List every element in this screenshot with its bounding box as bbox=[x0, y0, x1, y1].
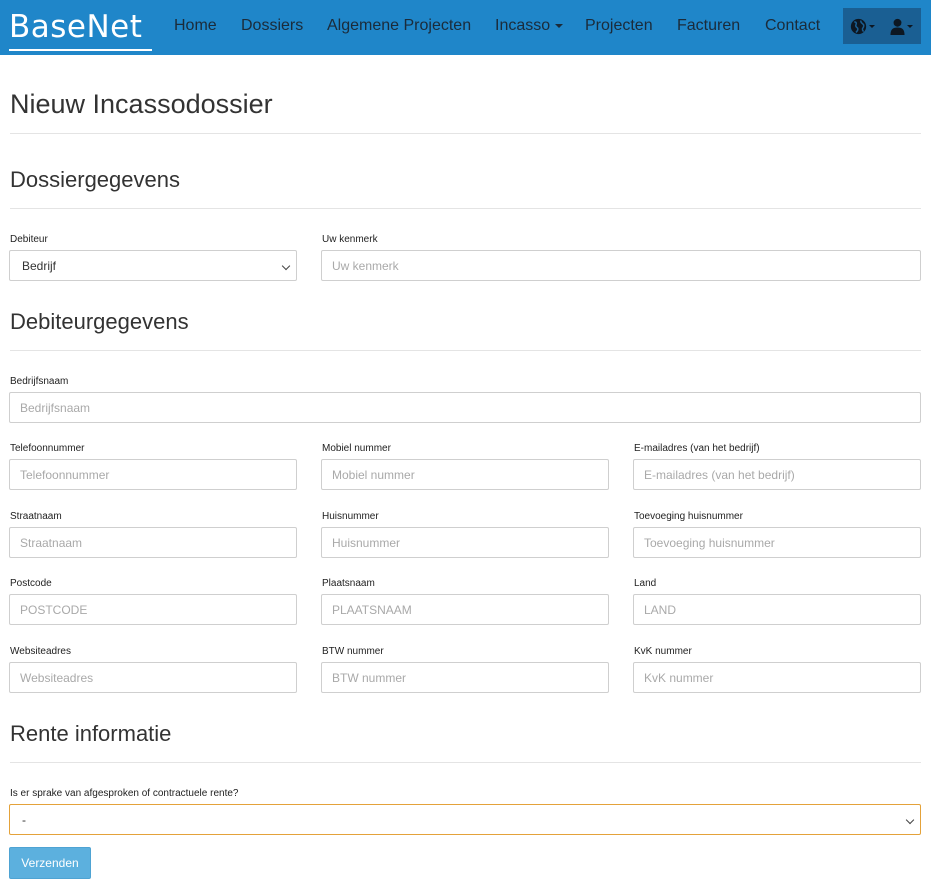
brand-underline bbox=[9, 49, 152, 51]
divider bbox=[10, 762, 921, 763]
user-icon bbox=[890, 18, 905, 35]
toevoeging-input[interactable] bbox=[633, 527, 921, 558]
navbar-tools bbox=[843, 8, 921, 44]
mobiel-label: Mobiel nummer bbox=[322, 443, 391, 454]
section-title-rente: Rente informatie bbox=[10, 721, 172, 746]
kenmerk-label: Uw kenmerk bbox=[322, 234, 378, 245]
rente-select-value: - bbox=[22, 812, 26, 827]
caret-down-icon bbox=[907, 24, 913, 28]
bedrijfsnaam-label: Bedrijfsnaam bbox=[10, 376, 69, 387]
rente-select[interactable]: - bbox=[9, 804, 921, 835]
chevron-down-icon bbox=[281, 261, 291, 271]
kvk-input[interactable] bbox=[633, 662, 921, 693]
chevron-down-icon bbox=[905, 815, 915, 825]
plaats-input[interactable] bbox=[321, 594, 609, 625]
telefoon-label: Telefoonnummer bbox=[10, 443, 85, 454]
postcode-input[interactable] bbox=[9, 594, 297, 625]
bedrijfsnaam-input[interactable] bbox=[9, 392, 921, 423]
land-label: Land bbox=[634, 578, 657, 589]
user-dropdown-button[interactable] bbox=[882, 8, 921, 44]
section-title-dossier: Dossiergegevens bbox=[10, 167, 180, 192]
toevoeging-label: Toevoeging huisnummer bbox=[634, 511, 743, 522]
nav-dossiers[interactable]: Dossiers bbox=[241, 16, 303, 36]
nav-contact[interactable]: Contact bbox=[765, 16, 820, 36]
website-input[interactable] bbox=[9, 662, 297, 693]
language-dropdown-button[interactable] bbox=[843, 8, 882, 44]
plaats-label: Plaatsnaam bbox=[322, 578, 375, 589]
email-input[interactable] bbox=[633, 459, 921, 490]
nav-incasso-label: Incasso bbox=[495, 17, 551, 34]
btw-input[interactable] bbox=[321, 662, 609, 693]
brand-logo[interactable]: BaseNet bbox=[9, 9, 152, 52]
website-label: Websiteadres bbox=[10, 646, 71, 657]
btw-label: BTW nummer bbox=[322, 646, 384, 657]
straat-label: Straatnaam bbox=[10, 511, 62, 522]
top-navbar: BaseNet Home Dossiers Algemene Projecten… bbox=[0, 0, 931, 55]
submit-button[interactable]: Verzenden bbox=[9, 847, 91, 879]
brand-name: BaseNet bbox=[9, 9, 143, 45]
nav-projecten[interactable]: Projecten bbox=[585, 16, 653, 36]
nav-home[interactable]: Home bbox=[174, 16, 217, 36]
caret-down-icon bbox=[555, 23, 564, 28]
divider bbox=[10, 133, 921, 134]
postcode-label: Postcode bbox=[10, 578, 52, 589]
land-input[interactable] bbox=[633, 594, 921, 625]
rente-question-label: Is er sprake van afgesproken of contract… bbox=[10, 788, 239, 799]
debiteur-select[interactable]: Bedrijf bbox=[9, 250, 297, 281]
email-label: E-mailadres (van het bedrijf) bbox=[634, 443, 760, 454]
debiteur-select-value: Bedrijf bbox=[22, 258, 57, 273]
huisnummer-input[interactable] bbox=[321, 527, 609, 558]
nav-algemene-projecten[interactable]: Algemene Projecten bbox=[327, 16, 471, 36]
nav-incasso-dropdown[interactable]: Incasso bbox=[495, 16, 564, 36]
telefoon-input[interactable] bbox=[9, 459, 297, 490]
straat-input[interactable] bbox=[9, 527, 297, 558]
globe-icon bbox=[850, 18, 867, 34]
divider bbox=[10, 350, 921, 351]
divider bbox=[10, 208, 921, 209]
page-title: Nieuw Incassodossier bbox=[10, 89, 273, 119]
section-title-debiteur: Debiteurgegevens bbox=[10, 309, 189, 334]
caret-down-icon bbox=[869, 24, 875, 28]
huisnummer-label: Huisnummer bbox=[322, 511, 379, 522]
kenmerk-input[interactable] bbox=[321, 250, 921, 281]
nav-facturen[interactable]: Facturen bbox=[677, 16, 740, 36]
mobiel-input[interactable] bbox=[321, 459, 609, 490]
kvk-label: KvK nummer bbox=[634, 646, 692, 657]
debiteur-label: Debiteur bbox=[10, 234, 48, 245]
